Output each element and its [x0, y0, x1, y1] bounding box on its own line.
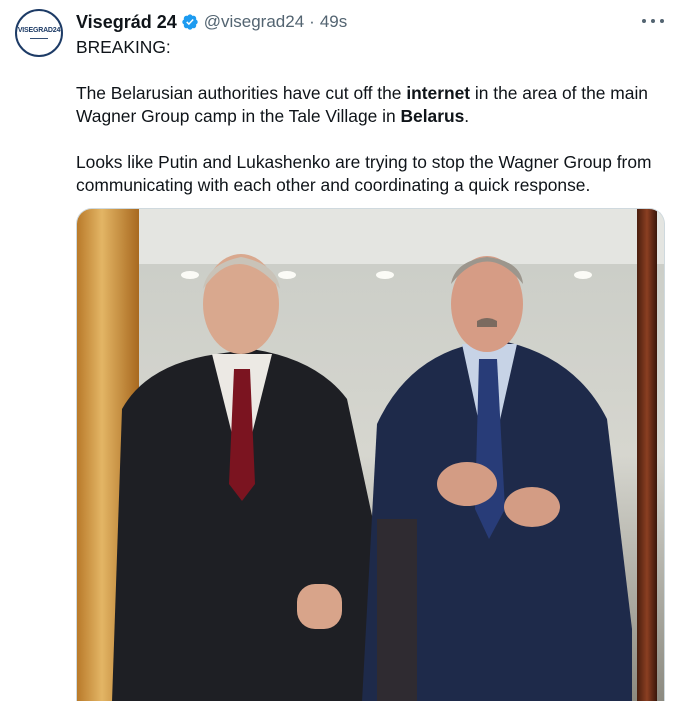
tweet-photo[interactable] [76, 208, 665, 701]
tweet-line-breaking: BREAKING: [76, 37, 171, 57]
avatar-logo: VISEGRAD24 [17, 26, 61, 34]
handle[interactable]: @visegrad24 [204, 12, 304, 32]
verified-badge-icon [182, 14, 198, 30]
ceiling [137, 209, 664, 264]
wooden-pole [637, 209, 657, 701]
avatar-logo-underline: ▬▬▬▬▬▬ [30, 35, 48, 40]
timestamp[interactable]: 49s [320, 12, 347, 32]
time-separator: · [309, 12, 315, 31]
ceiling-light [376, 271, 394, 279]
photo-two-men-in-hallway [77, 209, 664, 701]
tweet[interactable]: VISEGRAD24 ▬▬▬▬▬▬ Visegrád 24 @visegrad2… [0, 0, 700, 701]
tweet-paragraph-2: Looks like Putin and Lukashenko are tryi… [76, 152, 652, 195]
avatar[interactable]: VISEGRAD24 ▬▬▬▬▬▬ [15, 9, 63, 57]
tweet-text: BREAKING: The Belarusian authorities hav… [76, 36, 676, 197]
tweet-paragraph-1: The Belarusian authorities have cut off … [76, 83, 648, 126]
ceiling-light [574, 271, 592, 279]
more-horizontal-icon[interactable] [642, 12, 664, 30]
ceiling-light [278, 271, 296, 279]
ceiling-light [181, 271, 199, 279]
display-name[interactable]: Visegrád 24 [76, 12, 177, 33]
tweet-header: Visegrád 24 @visegrad24 · 49s [76, 10, 347, 34]
background-figure [377, 519, 417, 701]
